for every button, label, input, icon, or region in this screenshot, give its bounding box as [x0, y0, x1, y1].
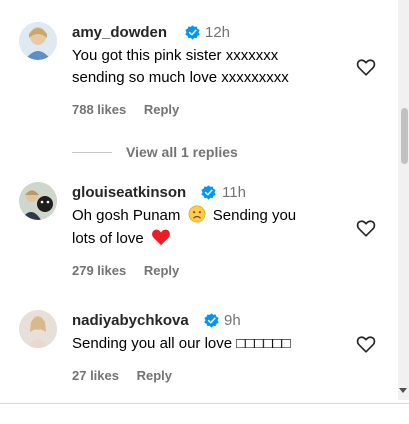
like-count[interactable]: 788 likes [72, 102, 126, 117]
red-heart-emoji [151, 229, 170, 246]
heart-outline-icon[interactable] [355, 333, 377, 355]
heart-outline-icon[interactable] [355, 56, 377, 78]
comment-meta: 788 likes Reply [72, 102, 179, 117]
comment-text-part: lots of love [72, 230, 144, 247]
avatar[interactable] [19, 22, 57, 60]
view-replies: View all 1 replies [72, 142, 238, 162]
scrollbar-thumb[interactable] [401, 108, 408, 164]
username[interactable]: glouiseatkinson [72, 184, 186, 201]
reply-button[interactable]: Reply [137, 368, 172, 383]
reply-button[interactable]: Reply [144, 102, 179, 117]
verified-badge-icon [201, 185, 216, 200]
comment-text-line-1: Sending you all our love □□□□□□ [72, 335, 291, 352]
comment-meta: 27 likes Reply [72, 368, 172, 383]
scrollbar-track[interactable] [398, 0, 409, 400]
verified-badge-icon [185, 25, 200, 40]
reply-button[interactable]: Reply [144, 263, 179, 278]
sad-face-emoji [188, 205, 206, 223]
comment-meta: 279 likes Reply [72, 263, 179, 278]
verified-badge-icon [204, 313, 219, 328]
username[interactable]: amy_dowden [72, 24, 167, 41]
comments-panel: amy_dowden 12h You got this pink sister … [0, 0, 398, 400]
username[interactable]: nadiyabychkova [72, 312, 189, 329]
avatar[interactable] [19, 182, 57, 220]
view-all-replies-button[interactable]: View all 1 replies [126, 144, 238, 160]
view-replies-line [72, 151, 112, 153]
comment-time[interactable]: 11h [222, 184, 246, 201]
comment-text-line-2: sending so much love xxxxxxxxx [72, 69, 289, 86]
comment-text-line-1: Oh gosh Punam Sending you [72, 205, 296, 227]
comment-text-part: Oh gosh Punam [72, 207, 181, 224]
like-count[interactable]: 27 likes [72, 368, 119, 383]
comment-time[interactable]: 9h [224, 312, 241, 329]
divider [0, 403, 409, 404]
heart-outline-icon[interactable] [355, 217, 377, 239]
avatar[interactable] [19, 310, 57, 348]
like-count[interactable]: 279 likes [72, 263, 126, 278]
comment-text-line-1: You got this pink sister xxxxxxx [72, 47, 279, 64]
comment-text-line-2: lots of love [72, 228, 171, 250]
scroll-down-arrow-icon[interactable] [399, 388, 407, 393]
comment-time[interactable]: 12h [205, 24, 230, 41]
comment-text-part: Sending you [212, 207, 297, 224]
